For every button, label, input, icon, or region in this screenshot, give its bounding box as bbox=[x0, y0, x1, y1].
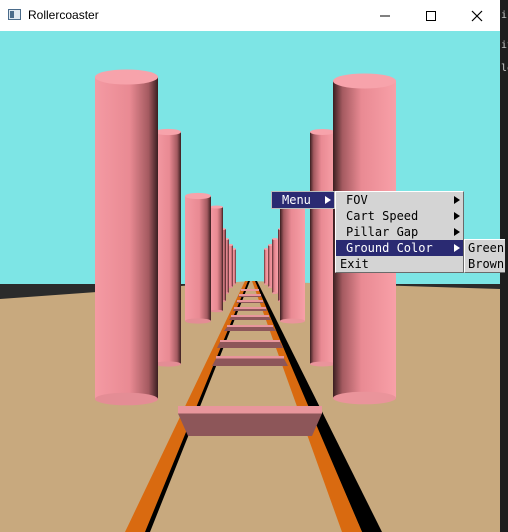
track-tie-front bbox=[238, 296, 262, 297]
pillar-cap bbox=[272, 238, 278, 240]
track-tie-front bbox=[217, 342, 283, 348]
title-bar[interactable]: Rollercoaster bbox=[0, 0, 500, 31]
track-tie-front bbox=[236, 302, 264, 303]
pillar-cap bbox=[185, 192, 211, 200]
pillar-cap bbox=[264, 248, 268, 250]
minimize-button[interactable] bbox=[362, 0, 408, 31]
settings-submenu[interactable]: FOV Cart Speed Pillar Gap Ground Color E… bbox=[335, 191, 464, 273]
track-tie-top bbox=[216, 356, 284, 359]
pillar-base bbox=[280, 318, 305, 324]
pillar-cap bbox=[310, 129, 335, 135]
menu-item-cart-speed[interactable]: Cart Speed bbox=[336, 208, 463, 224]
ground-color-submenu[interactable]: Green Brown bbox=[464, 239, 505, 273]
track-tie-front bbox=[212, 358, 288, 366]
pillar-cap bbox=[95, 69, 158, 85]
close-icon bbox=[471, 10, 483, 22]
pillar-base bbox=[95, 392, 158, 406]
menu-root-item[interactable]: Menu bbox=[272, 192, 334, 208]
background-text-fragment: ic bbox=[501, 10, 508, 21]
background-text-fragment: lo bbox=[501, 63, 508, 74]
maximize-button[interactable] bbox=[408, 0, 454, 31]
menu-item-brown[interactable]: Brown bbox=[465, 256, 505, 272]
pillar bbox=[264, 249, 268, 284]
pillar-base bbox=[310, 361, 335, 367]
track-tie-front bbox=[233, 309, 267, 311]
submenu-arrow-icon bbox=[454, 196, 460, 204]
menu-item-label: Brown bbox=[468, 257, 505, 271]
track-tie-front bbox=[229, 317, 271, 320]
submenu-arrow-icon bbox=[454, 212, 460, 220]
pillar bbox=[310, 132, 335, 364]
app-window-icon bbox=[8, 9, 21, 20]
submenu-arrow-icon bbox=[325, 196, 331, 204]
menu-root-label: Menu bbox=[282, 193, 311, 207]
track-tie-top bbox=[178, 406, 322, 414]
track-tie-top bbox=[220, 340, 280, 342]
track-tie-top bbox=[237, 300, 263, 302]
menu-item-fov[interactable]: FOV bbox=[336, 192, 463, 208]
pillar-cap bbox=[333, 73, 396, 89]
menu-item-label: Cart Speed bbox=[346, 209, 419, 223]
track-tie-top bbox=[227, 325, 273, 327]
menu-item-label: Ground Color bbox=[346, 241, 433, 255]
track-tie-top bbox=[241, 289, 259, 291]
pillar-base bbox=[333, 391, 396, 405]
track-tie-top bbox=[231, 315, 269, 317]
3d-viewport[interactable] bbox=[0, 31, 500, 532]
rollercoaster-scene bbox=[0, 31, 500, 532]
submenu-arrow-icon bbox=[454, 228, 460, 236]
pillar bbox=[210, 207, 223, 311]
pillar-base bbox=[272, 292, 278, 294]
pillar-cap bbox=[210, 205, 223, 209]
pillar-cap bbox=[155, 128, 181, 136]
window-title: Rollercoaster bbox=[28, 8, 99, 22]
menu-item-pillar-gap[interactable]: Pillar Gap bbox=[336, 224, 463, 240]
pillar-base bbox=[210, 309, 223, 313]
track-tie-top bbox=[239, 294, 261, 296]
menu-item-label: FOV bbox=[346, 193, 368, 207]
close-button[interactable] bbox=[454, 0, 500, 31]
pillar-base bbox=[155, 361, 181, 367]
menu-item-green[interactable]: Green bbox=[465, 240, 505, 256]
pillar bbox=[155, 132, 181, 364]
menu-item-exit[interactable]: Exit bbox=[336, 256, 463, 272]
pillar-base bbox=[264, 283, 268, 285]
rollercoaster-window: Rollercoaster ic it lo bbox=[0, 0, 508, 532]
pillar bbox=[185, 196, 211, 321]
background-text-fragment: it bbox=[501, 40, 508, 51]
menu-item-label: Exit bbox=[340, 257, 369, 271]
minimize-icon bbox=[380, 15, 390, 17]
track-tie-front bbox=[178, 413, 322, 436]
track-tie-front bbox=[224, 327, 276, 331]
menu-item-ground-color[interactable]: Ground Color bbox=[336, 240, 463, 256]
main-menu[interactable]: Menu bbox=[271, 191, 335, 209]
menu-item-label: Pillar Gap bbox=[346, 225, 419, 239]
pillar bbox=[272, 239, 278, 293]
pillar bbox=[280, 196, 305, 321]
menu-item-label: Green bbox=[468, 241, 505, 255]
submenu-arrow-icon bbox=[454, 244, 460, 252]
track-tie-top bbox=[234, 307, 266, 309]
pillar-base bbox=[185, 318, 211, 324]
pillar bbox=[95, 77, 158, 399]
maximize-icon bbox=[426, 11, 436, 21]
